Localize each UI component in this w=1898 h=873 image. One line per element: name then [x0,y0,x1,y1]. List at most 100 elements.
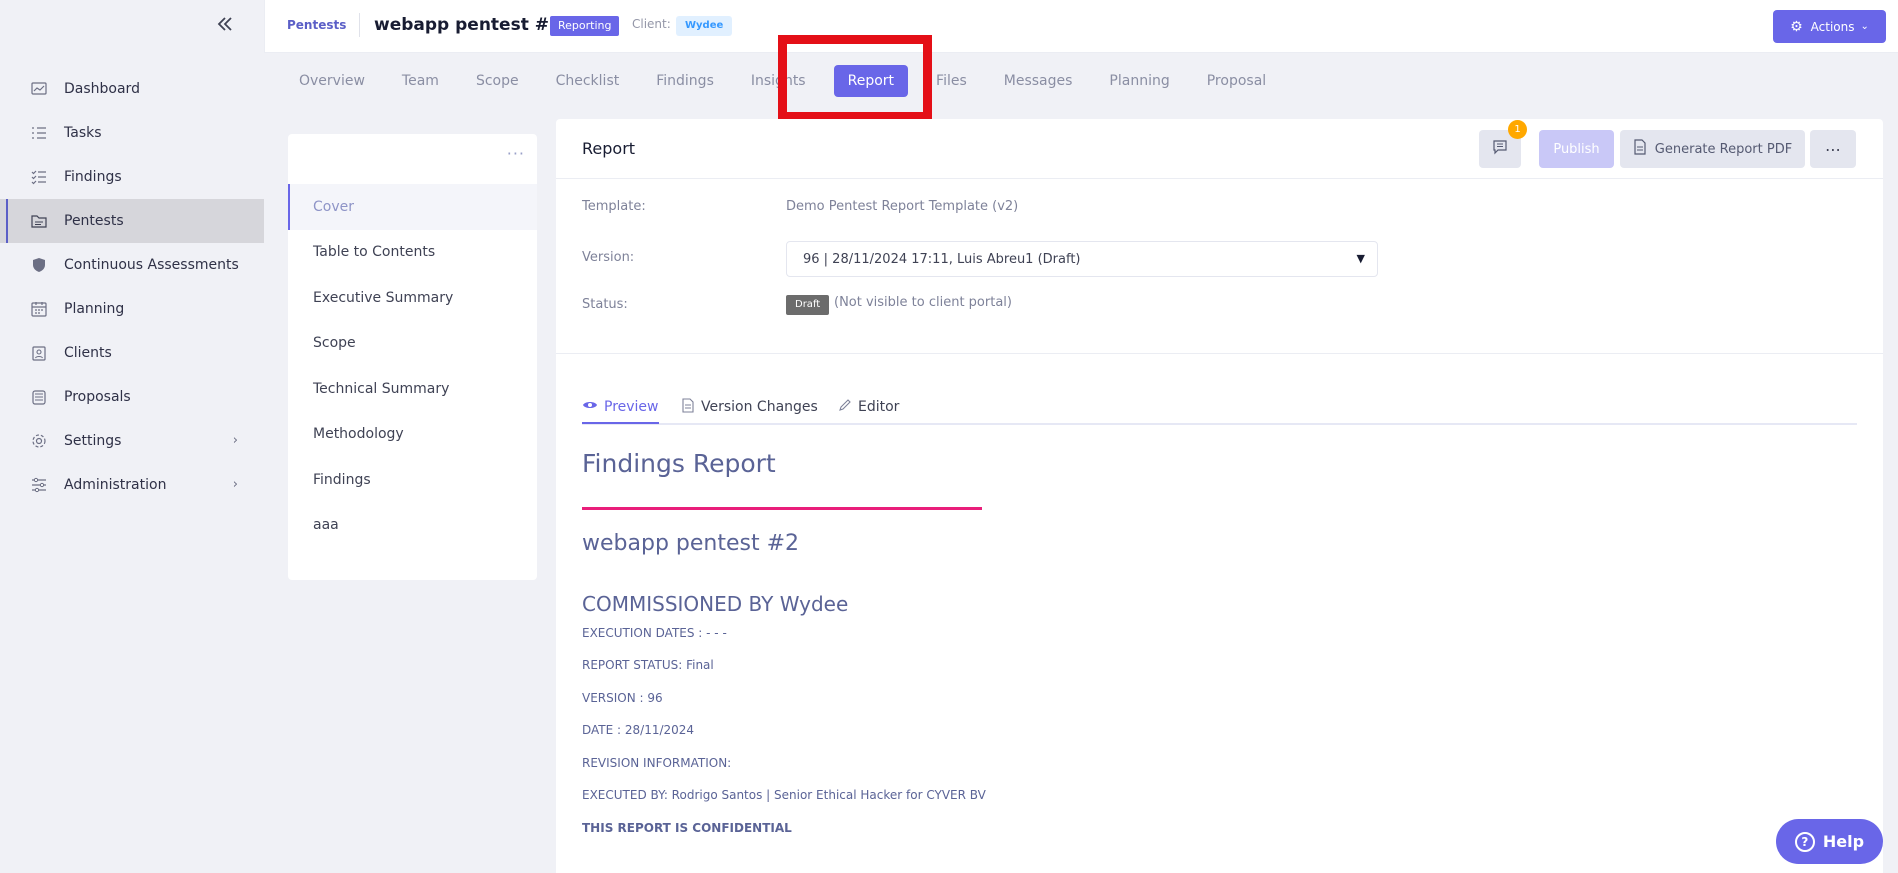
card-title: Report [582,139,636,158]
publish-button[interactable]: Publish [1539,130,1614,168]
chart-icon [30,80,48,98]
sidebar-item-label: Clients [64,345,112,361]
preview-line: VERSION : 96 [582,691,663,705]
help-label: Help [1822,832,1865,851]
stack-icon [30,388,48,406]
tab-findings[interactable]: Findings [647,65,723,97]
chevrons-left-icon[interactable] [212,14,238,40]
section-item[interactable]: Scope [288,321,537,367]
tab-proposal[interactable]: Proposal [1198,65,1275,97]
preview-line: REPORT STATUS: Final [582,658,714,672]
version-value: 96 | 28/11/2024 17:11, Luis Abreu1 (Draf… [803,251,1081,267]
generate-pdf-label: Generate Report PDF [1654,141,1793,157]
client-badge[interactable]: Wydee [676,16,733,36]
tab-label: Preview [604,398,659,415]
chevron-down-icon: ⌄ [1860,21,1869,32]
sidebar-item-label: Pentests [64,213,124,229]
tab-team[interactable]: Team [393,65,448,97]
tab-messages[interactable]: Messages [995,65,1082,97]
help-button[interactable]: ? Help [1776,819,1883,864]
section-item[interactable]: Executive Summary [288,275,537,321]
tab-planning[interactable]: Planning [1100,65,1178,97]
section-item[interactable]: Table to Contents [288,230,537,276]
calendar-icon [30,300,48,318]
preview-title: Findings Report [582,449,776,478]
sidebar-item-clients[interactable]: Clients [0,331,264,375]
divider [556,353,1883,354]
tab-overview[interactable]: Overview [290,65,374,97]
status-badge: Reporting [550,16,620,36]
actions-button[interactable]: ⚙ Actions ⌄ [1773,10,1886,43]
view-tabs: Preview Version Changes Editor [582,381,1857,425]
section-panel: ··· Cover Table to Contents Executive Su… [288,134,537,580]
chevron-right-icon: › [232,433,238,448]
template-label: Template: [582,199,646,214]
folder-icon [30,212,48,230]
list-icon [30,124,48,142]
sidebar-item-planning[interactable]: Planning [0,287,264,331]
generate-pdf-button[interactable]: Generate Report PDF [1620,130,1805,168]
tab-label: Editor [858,399,900,415]
sidebar-item-pentests[interactable]: Pentests [0,199,264,243]
tab-version-changes[interactable]: Version Changes [682,391,818,423]
tab-scope[interactable]: Scope [467,65,528,97]
topbar: Pentests webapp pentest #2 Reporting Cli… [264,0,1898,53]
divider [582,507,982,510]
pencil-icon [838,398,852,416]
sidebar-item-continuous-assessments[interactable]: Continuous Assessments [0,243,264,287]
clipboard-icon [30,344,48,362]
comment-count-badge: 1 [1508,120,1527,139]
chevron-down-icon: ▼ [1356,252,1365,265]
tab-insights[interactable]: Insights [742,65,815,97]
sidebar-item-administration[interactable]: Administration › [0,463,264,507]
chevron-right-icon: › [232,477,238,492]
sidebar: Dashboard Tasks Findings Pentests Contin… [0,0,264,873]
actions-label: Actions [1810,19,1855,34]
status-note: (Not visible to client portal) [834,295,1012,310]
section-item[interactable]: Findings [288,457,537,503]
more-icon[interactable]: ··· [507,144,525,163]
shield-icon [30,256,48,274]
template-value: Demo Pentest Report Template (v2) [786,199,1019,214]
draft-badge: Draft [786,295,830,315]
gear-icon: ⚙ [1790,18,1803,35]
sidebar-item-label: Planning [64,301,125,317]
report-card: Report 1 Publish Generate Report PDF ⋯ T… [556,119,1883,873]
sidebar-item-dashboard[interactable]: Dashboard [0,67,264,111]
section-list: Cover Table to Contents Executive Summar… [288,184,537,548]
gear-icon [30,432,48,450]
sidebar-item-tasks[interactable]: Tasks [0,111,264,155]
sidebar-item-proposals[interactable]: Proposals [0,375,264,419]
section-item[interactable]: Methodology [288,412,537,458]
tab-preview[interactable]: Preview [582,391,659,424]
sidebar-item-settings[interactable]: Settings › [0,419,264,463]
section-item[interactable]: aaa [288,503,537,549]
sidebar-item-label: Dashboard [64,81,140,97]
sidebar-nav: Dashboard Tasks Findings Pentests Contin… [0,67,264,507]
preview-subtitle: webapp pentest #2 [582,531,800,556]
section-item[interactable]: Cover [288,184,537,230]
preview-line: EXECUTED BY: Rodrigo Santos | Senior Eth… [582,788,986,802]
version-label: Version: [582,250,635,265]
version-select[interactable]: 96 | 28/11/2024 17:11, Luis Abreu1 (Draf… [786,241,1378,277]
sidebar-item-label: Settings [64,433,122,449]
preview-line: DATE : 28/11/2024 [582,723,695,737]
section-item[interactable]: Technical Summary [288,366,537,412]
sidebar-item-label: Findings [64,169,122,185]
tab-report[interactable]: Report [833,65,909,97]
card-header: Report 1 Publish Generate Report PDF ⋯ [556,119,1883,179]
document-icon [1633,139,1647,159]
preview-line: THIS REPORT IS CONFIDENTIAL [582,821,792,835]
breadcrumb[interactable]: Pentests [287,18,346,32]
sidebar-item-findings[interactable]: Findings [0,155,264,199]
pentest-tabs: Overview Team Scope Checklist Findings I… [290,64,1294,98]
comment-icon [1492,139,1508,159]
sidebar-item-label: Tasks [64,125,102,141]
tab-checklist[interactable]: Checklist [547,65,629,97]
sidebar-item-label: Administration [64,477,167,493]
tab-editor[interactable]: Editor [838,391,899,423]
document-icon [682,397,695,417]
more-button[interactable]: ⋯ [1810,130,1856,168]
tab-files[interactable]: Files [927,65,976,97]
client-label: Client: [632,17,671,31]
